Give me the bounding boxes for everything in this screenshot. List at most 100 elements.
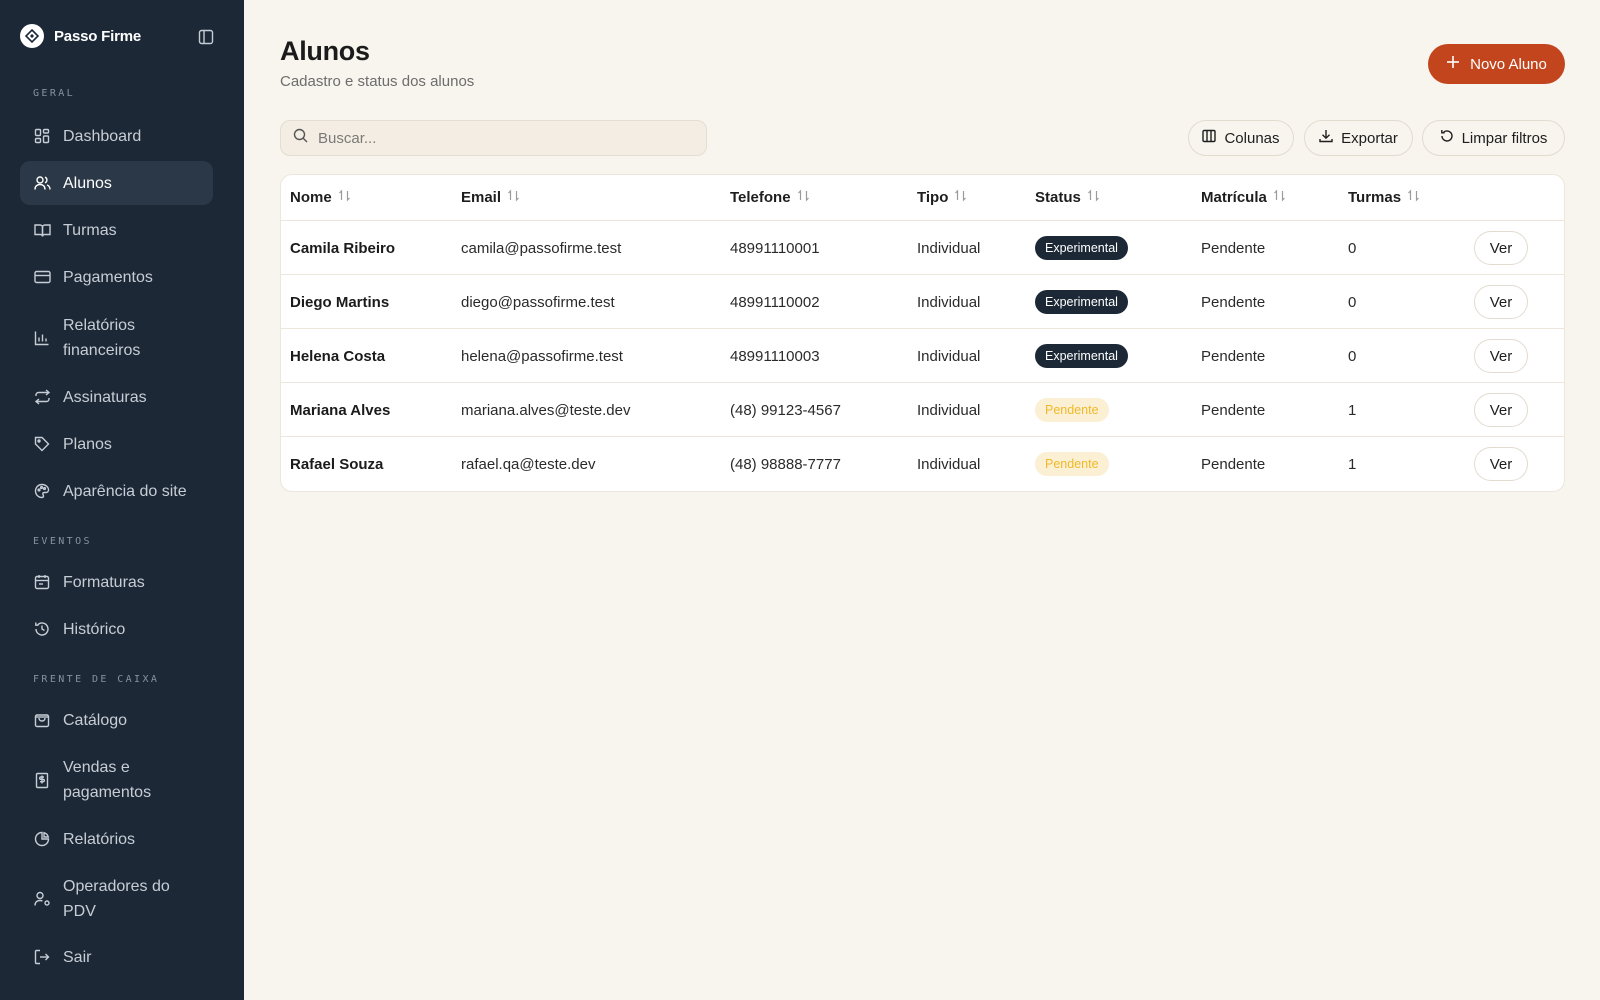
view-button[interactable]: Ver: [1474, 285, 1528, 319]
credit-card-icon: [33, 268, 51, 286]
view-button[interactable]: Ver: [1474, 447, 1528, 481]
cell-email: rafael.qa@teste.dev: [461, 455, 596, 473]
status-badge: Experimental: [1035, 236, 1128, 260]
sidebar-item-label: Relatórios: [63, 830, 136, 848]
sort-icon: [797, 189, 810, 206]
sidebar-item-turmas[interactable]: Turmas: [20, 208, 213, 252]
sidebar-item-vendas-pagamentos[interactable]: Vendas e pagamentos: [20, 752, 213, 808]
sidebar-item-aparencia[interactable]: Aparência do site: [20, 469, 213, 513]
sidebar-item-planos[interactable]: Planos: [20, 422, 213, 466]
logout-icon: [33, 948, 51, 966]
view-button[interactable]: Ver: [1474, 393, 1528, 427]
column-header-matricula[interactable]: Matrícula: [1201, 189, 1286, 206]
sidebar-item-operadores-pdv[interactable]: Operadores do PDV: [20, 871, 213, 927]
column-header-turmas[interactable]: Turmas: [1348, 189, 1420, 206]
column-header-status[interactable]: Status: [1035, 189, 1100, 206]
cell-nome: Mariana Alves: [290, 401, 391, 419]
sidebar: Passo Firme GERAL Dashboard Alunos Turma…: [0, 0, 244, 1000]
cell-tipo: Individual: [917, 455, 981, 473]
search-icon: [293, 128, 308, 148]
status-badge: Experimental: [1035, 290, 1128, 314]
view-button[interactable]: Ver: [1474, 231, 1528, 265]
table-row: Camila Ribeiro camila@passofirme.test 48…: [281, 221, 1564, 275]
section-label-frente-de-caixa: FRENTE DE CAIXA: [33, 674, 160, 685]
export-label: Exportar: [1341, 129, 1398, 147]
sidebar-item-catalogo[interactable]: Catálogo: [20, 698, 213, 742]
sidebar-item-label: Vendas e pagamentos: [63, 759, 152, 801]
sidebar-item-relatorios-financeiros[interactable]: Relatórios financeiros: [20, 310, 213, 366]
columns-label: Colunas: [1224, 129, 1280, 147]
cell-matricula: Pendente: [1201, 455, 1266, 473]
sidebar-item-label: Planos: [63, 435, 112, 453]
sidebar-item-label: Histórico: [63, 620, 126, 638]
columns-icon: [1202, 129, 1217, 147]
reset-icon: [1440, 129, 1454, 147]
page-subtitle: Cadastro e status dos alunos: [280, 73, 475, 90]
view-button[interactable]: Ver: [1474, 339, 1528, 373]
sidebar-item-relatorios[interactable]: Relatórios: [20, 817, 213, 861]
sidebar-item-alunos[interactable]: Alunos: [20, 161, 213, 205]
cell-status: Pendente: [1035, 437, 1109, 491]
sort-icon: [1407, 189, 1420, 206]
table-row: Mariana Alves mariana.alves@teste.dev (4…: [281, 383, 1564, 437]
cell-email: mariana.alves@teste.dev: [461, 401, 631, 419]
sort-icon: [1273, 189, 1286, 206]
user-cog-icon: [33, 890, 51, 908]
page-title: Alunos: [280, 36, 370, 66]
cell-email: camila@passofirme.test: [461, 239, 622, 257]
sort-icon: [507, 189, 520, 206]
cell-matricula: Pendente: [1201, 347, 1266, 365]
column-header-tipo[interactable]: Tipo: [917, 189, 967, 206]
sidebar-toggle-icon[interactable]: [197, 28, 215, 46]
sidebar-item-label: Aparência do site: [63, 482, 187, 500]
table-row: Diego Martins diego@passofirme.test 4899…: [281, 275, 1564, 329]
cell-email: helena@passofirme.test: [461, 347, 623, 365]
search-input[interactable]: [318, 129, 678, 147]
sort-icon: [338, 189, 351, 206]
sidebar-item-label: Operadores do PDV: [63, 878, 170, 920]
columns-button[interactable]: Colunas: [1188, 120, 1294, 156]
sidebar-item-label: Assinaturas: [63, 388, 147, 406]
sidebar-item-sair[interactable]: Sair: [20, 935, 213, 979]
brand[interactable]: Passo Firme: [20, 24, 141, 48]
sidebar-item-formaturas[interactable]: Formaturas: [20, 560, 213, 604]
sidebar-item-label: Relatórios financeiros: [63, 317, 141, 359]
sidebar-item-assinaturas[interactable]: Assinaturas: [20, 375, 213, 419]
cell-nome: Camila Ribeiro: [290, 239, 396, 257]
column-header-label: Telefone: [730, 189, 791, 206]
cell-turmas: 0: [1348, 239, 1357, 257]
cell-turmas: 0: [1348, 347, 1357, 365]
sidebar-item-dashboard[interactable]: Dashboard: [20, 114, 213, 158]
sidebar-item-label: Turmas: [63, 221, 117, 239]
cell-status: Experimental: [1035, 329, 1128, 383]
cell-status: Experimental: [1035, 275, 1128, 329]
column-header-email[interactable]: Email: [461, 189, 520, 206]
sidebar-item-label: Pagamentos: [63, 268, 153, 286]
shopping-bag-icon: [33, 711, 51, 729]
sidebar-item-label: Formaturas: [63, 573, 145, 591]
calendar-icon: [33, 573, 51, 591]
sort-icon: [1087, 189, 1100, 206]
export-button[interactable]: Exportar: [1304, 120, 1413, 156]
column-header-label: Turmas: [1348, 189, 1402, 206]
table-row: Helena Costa helena@passofirme.test 4899…: [281, 329, 1564, 383]
sidebar-item-pagamentos[interactable]: Pagamentos: [20, 255, 213, 299]
sidebar-item-historico[interactable]: Histórico: [20, 607, 213, 651]
clear-filters-button[interactable]: Limpar filtros: [1422, 120, 1565, 156]
cell-status: Experimental: [1035, 221, 1128, 275]
pie-chart-icon: [33, 830, 51, 848]
cell-nome: Helena Costa: [290, 347, 386, 365]
column-header-telefone[interactable]: Telefone: [730, 189, 810, 206]
users-icon: [33, 174, 51, 192]
column-header-label: Email: [461, 189, 502, 206]
download-icon: [1319, 129, 1333, 147]
column-header-nome[interactable]: Nome: [290, 189, 351, 206]
cell-telefone: 48991110001: [730, 239, 820, 257]
cell-telefone: (48) 99123-4567: [730, 401, 841, 419]
cell-telefone: (48) 98888-7777: [730, 455, 841, 473]
history-icon: [33, 620, 51, 638]
new-student-button[interactable]: Novo Aluno: [1428, 44, 1565, 84]
cell-telefone: 48991110003: [730, 347, 820, 365]
cell-email: diego@passofirme.test: [461, 293, 615, 311]
column-header-label: Nome: [290, 189, 332, 206]
